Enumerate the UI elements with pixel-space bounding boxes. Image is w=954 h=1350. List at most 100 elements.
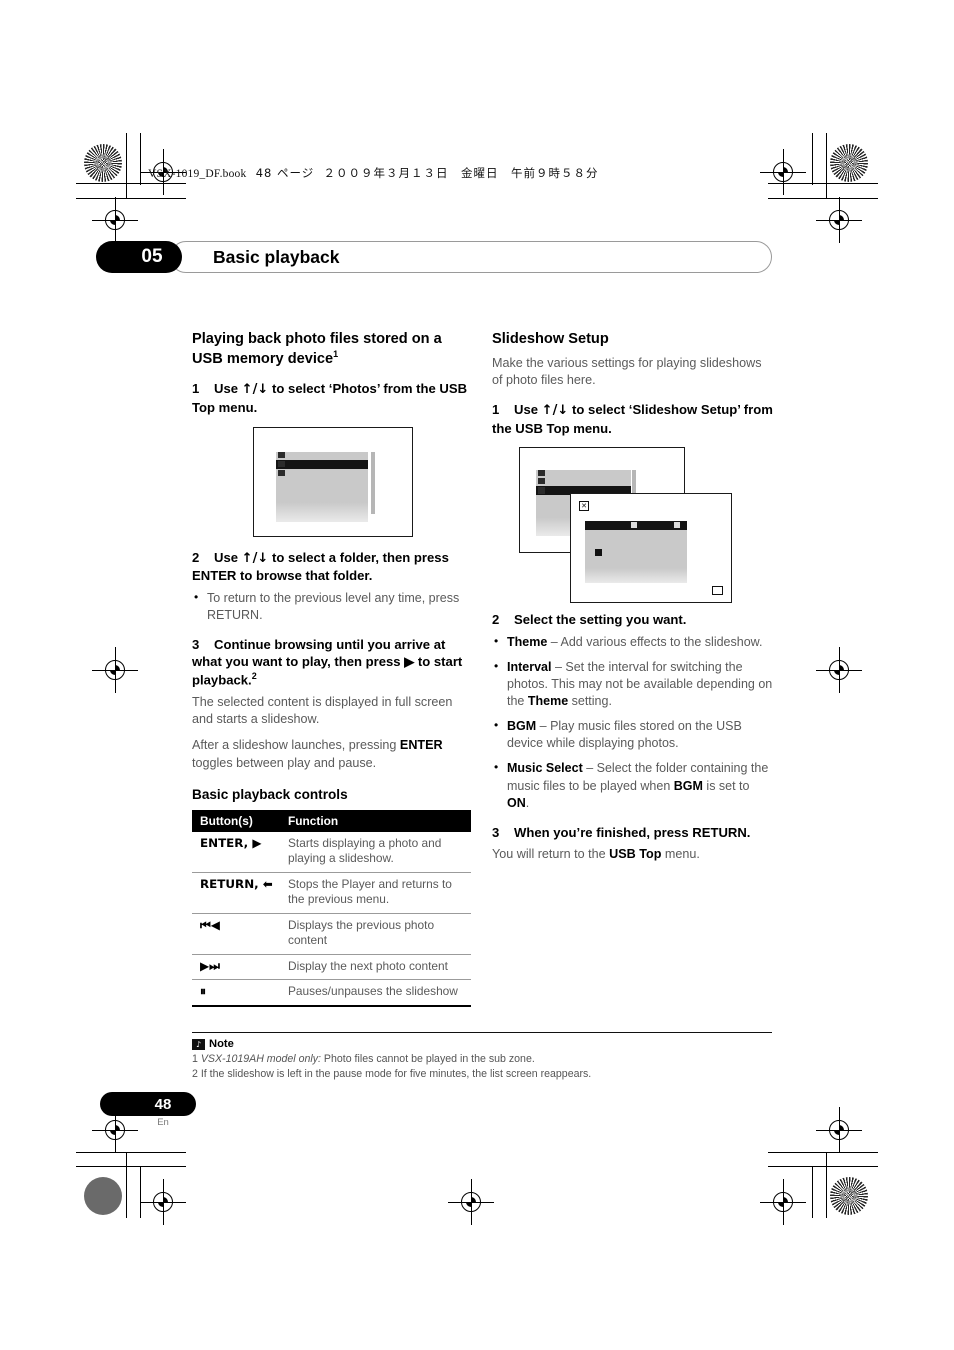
- table-row: ⏮◀ Displays the previous photo content: [192, 913, 471, 955]
- table-cell-function: Pauses/unpauses the slideshow: [280, 979, 471, 1007]
- titlebar-left-glyph-icon: [631, 522, 637, 529]
- color-bar-mark-top-right: [830, 144, 868, 182]
- table-header-row: Button(s) Function: [192, 809, 471, 832]
- table-header-function: Function: [280, 809, 471, 832]
- setting-term-interval: Interval: [507, 659, 552, 674]
- left-step-2-text-a: Use: [214, 550, 242, 566]
- footnote-ref-2: 2: [251, 670, 257, 681]
- left-step-2-number: 2: [192, 550, 200, 566]
- setting-term-theme: Theme: [507, 634, 548, 649]
- setting-bullet-theme: Theme – Add various effects to the slide…: [492, 633, 775, 651]
- setting-value-on: ON: [507, 795, 526, 810]
- setting-term-music-select: Music Select: [507, 761, 583, 776]
- setup-option-panel: [585, 530, 687, 584]
- notes-header: ♪ Note: [192, 1038, 792, 1050]
- color-bar-mark-bottom-right: [830, 1177, 868, 1215]
- setting-desc-interval-2: setting.: [568, 694, 612, 709]
- table-row: ENTER, ▶ Starts displaying a photo and p…: [192, 831, 471, 873]
- crop-mark-tr-h2: [768, 198, 878, 200]
- slideshow-setup-intro: Make the various settings for playing sl…: [492, 355, 762, 388]
- left-step-1-text-a: Use: [214, 381, 242, 397]
- crop-mark-br-h1: [768, 1152, 878, 1154]
- section-heading-photo-playback: Playing back photo files stored on a USB…: [192, 330, 475, 368]
- registration-mark-bottom-right: [816, 1107, 862, 1153]
- right-step-2-number: 2: [492, 612, 500, 628]
- book-page-label: 48 ページ: [255, 166, 315, 180]
- section-heading-slideshow-setup: Slideshow Setup: [492, 331, 609, 347]
- chapter-title: Basic playback: [170, 241, 772, 273]
- titlebar-right-glyph-icon: [674, 522, 680, 529]
- registration-mark-top-right: [760, 149, 806, 195]
- enter-button-ref: ENTER: [399, 738, 443, 753]
- updown-arrows-icon: ↑/↓: [241, 382, 269, 398]
- list-scrollbar: [371, 452, 375, 515]
- left-step-3: 3 Continue browsing until you arrive at w…: [192, 636, 475, 689]
- crop-mark-tl-h2: [76, 198, 186, 200]
- left-step-2-bullet-1: To return to the previous level any time…: [192, 589, 475, 624]
- registration-mark-top-right-lower: [816, 197, 862, 243]
- close-icon: ✕: [579, 501, 589, 512]
- updown-arrows-icon-3: ↑/↓: [541, 403, 569, 419]
- playback-controls-table: Button(s) Function ENTER, ▶ Starts displ…: [192, 809, 471, 1007]
- right-step-2: 2 Select the setting you want.: [492, 611, 775, 628]
- slideshow-setup-screenshots: ✕: [492, 443, 775, 611]
- crop-mark-bl-v1: [126, 1152, 128, 1218]
- crop-mark-tl-v1: [126, 133, 128, 199]
- notes-block: ♪ Note 1 VSX-1019AH model only: Photo fi…: [192, 1038, 792, 1082]
- photo-file-icon: [278, 470, 285, 477]
- table-row: ▶⏭ Display the next photo content: [192, 954, 471, 981]
- table-cell-button: ⏮◀: [192, 913, 280, 955]
- slideshow-setup-icon: [538, 487, 545, 495]
- section-heading-text: Playing back photo files stored on a USB…: [192, 331, 442, 367]
- setting-term-bgm: BGM: [507, 719, 537, 734]
- right-step-1-number: 1: [492, 402, 500, 418]
- page-language-label: En: [157, 1117, 169, 1128]
- table-cell-button: ▶⏭: [192, 954, 280, 981]
- right-step-3-text: When you’re finished, press RETURN.: [514, 824, 751, 840]
- left-step-1-number: 1: [192, 381, 200, 397]
- left-step-3-number: 3: [192, 637, 200, 653]
- table-row: RETURN, ⬅ Stops the Player and returns t…: [192, 872, 471, 914]
- slideshow-setting-bullets: Theme – Add various effects to the slide…: [492, 633, 775, 812]
- footnote-ref-1: 1: [333, 348, 339, 359]
- left-para-2-c: toggles between play and pause.: [192, 755, 377, 770]
- table-cell-function: Displays the previous photo content: [280, 913, 471, 955]
- setting-bullet-music-select: Music Select – Select the folder contain…: [492, 759, 775, 811]
- note-item-2: 2 If the slideshow is left in the pause …: [192, 1067, 792, 1082]
- manual-page: VSX-1019_DF.book 48 ページ ２００９年３月１３日 金曜日 午…: [0, 0, 954, 1350]
- crop-mark-br-v1: [826, 1152, 828, 1218]
- return-hint-icon: [712, 586, 723, 596]
- note-icon: ♪: [192, 1038, 205, 1050]
- setting-term-theme-ref: Theme: [527, 694, 569, 709]
- folder-icon-3: [538, 470, 545, 477]
- crop-mark-bl-v2: [140, 1166, 142, 1218]
- setting-bullet-bgm: BGM – Play music files stored on the USB…: [492, 717, 775, 752]
- usb-top-menu-ref: USB Top: [609, 847, 662, 862]
- left-para-2-a: After a slideshow launches, pressing: [192, 738, 400, 753]
- folder-icon-4: [538, 478, 545, 485]
- crop-mark-tr-v1: [826, 133, 828, 199]
- right-step-3-after-c: menu.: [661, 847, 700, 862]
- setting-term-bgm-ref: BGM: [673, 778, 703, 793]
- book-file-header: VSX-1019_DF.book 48 ページ ２００９年３月１３日 金曜日 午…: [148, 165, 598, 181]
- book-date-label: ２００９年３月１３日 金曜日 午前９時５８分: [323, 166, 599, 180]
- basic-playback-controls-heading: Basic playback controls: [192, 787, 348, 803]
- updown-arrows-icon-2: ↑/↓: [241, 551, 269, 567]
- right-step-3-after-a: You will return to the: [492, 847, 610, 862]
- crop-mark-tr-v2: [812, 133, 814, 185]
- setting-desc-music-select-2: is set to: [702, 778, 750, 793]
- table-row: ⏸ Pauses/unpauses the slideshow: [192, 979, 471, 1007]
- registration-mark-bottom-right-inner: [760, 1179, 806, 1225]
- notes-divider: [192, 1032, 772, 1034]
- note-item-2-rest: If the slideshow is left in the pause mo…: [200, 1068, 592, 1081]
- table-cell-button: ⏸: [192, 979, 280, 1007]
- note-item-1-italic: VSX-1019AH model only:: [200, 1053, 321, 1065]
- page-number-badge: 48: [100, 1092, 196, 1116]
- right-step-3-number: 3: [492, 824, 500, 840]
- usb-photo-list-screenshot: [253, 427, 413, 538]
- color-bar-mark-top-left: [84, 144, 122, 182]
- right-column: Slideshow Setup Make the various setting…: [492, 330, 775, 873]
- right-step-3: 3 When you’re finished, press RETURN.: [492, 824, 775, 841]
- crop-mark-tl-v2: [140, 133, 142, 185]
- left-step-3-text: Continue browsing until you arrive at wh…: [192, 637, 463, 688]
